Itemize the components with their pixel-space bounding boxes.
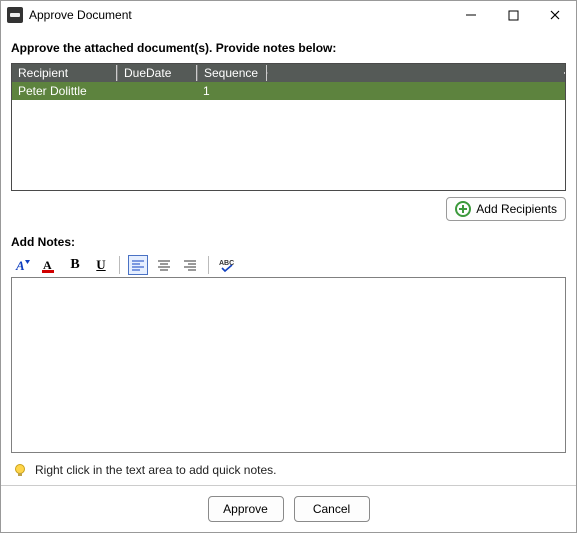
cancel-button[interactable]: Cancel (294, 496, 370, 522)
app-icon (7, 7, 23, 23)
font-style-icon: A (15, 257, 31, 273)
bold-button[interactable]: B (65, 255, 85, 275)
close-button[interactable] (534, 1, 576, 29)
grid-header: Recipient DueDate Sequence (12, 64, 565, 82)
svg-text:A: A (15, 258, 25, 273)
maximize-icon (508, 10, 519, 21)
close-icon (549, 9, 561, 21)
maximize-button[interactable] (492, 1, 534, 29)
font-color-button[interactable]: A (39, 255, 59, 275)
lightbulb-icon (13, 463, 27, 477)
recipients-grid[interactable]: Recipient DueDate Sequence Peter Dolittl… (11, 63, 566, 191)
toolbar-separator (119, 256, 120, 274)
cell-sequence: 1 (197, 83, 267, 99)
editor-toolbar: A A B U ABC (11, 255, 566, 277)
dialog-footer: Approve Cancel (1, 485, 576, 532)
font-color-icon: A (41, 257, 57, 273)
spellcheck-icon: ABC (219, 257, 235, 273)
align-right-button[interactable] (180, 255, 200, 275)
bold-icon: B (70, 257, 79, 273)
col-header-duedate[interactable]: DueDate (117, 65, 197, 81)
align-left-button[interactable] (128, 255, 148, 275)
notes-textarea[interactable] (11, 277, 566, 453)
minimize-button[interactable] (450, 1, 492, 29)
toolbar-separator (208, 256, 209, 274)
underline-icon: U (96, 257, 105, 273)
align-left-icon (131, 258, 145, 272)
window-title: Approve Document (29, 8, 132, 22)
align-center-button[interactable] (154, 255, 174, 275)
cell-recipient: Peter Dolittle (12, 83, 117, 99)
col-header-recipient[interactable]: Recipient (12, 65, 117, 81)
add-recipients-label: Add Recipients (476, 202, 557, 216)
minimize-icon (465, 9, 477, 21)
align-right-icon (183, 258, 197, 272)
hint-text: Right click in the text area to add quic… (35, 463, 276, 477)
align-center-icon (157, 258, 171, 272)
table-row[interactable]: Peter Dolittle 1 (12, 82, 565, 100)
add-notes-label: Add Notes: (11, 235, 566, 249)
instruction-text: Approve the attached document(s). Provid… (11, 41, 566, 55)
add-recipients-button[interactable]: Add Recipients (446, 197, 566, 221)
svg-text:A: A (43, 258, 52, 272)
spellcheck-button[interactable]: ABC (217, 255, 237, 275)
cell-duedate (117, 90, 197, 92)
titlebar: Approve Document (1, 1, 576, 29)
col-header-rest (267, 72, 565, 74)
col-header-sequence[interactable]: Sequence (197, 65, 267, 81)
approve-button[interactable]: Approve (208, 496, 284, 522)
plus-circle-icon (455, 201, 471, 217)
underline-button[interactable]: U (91, 255, 111, 275)
font-style-button[interactable]: A (13, 255, 33, 275)
